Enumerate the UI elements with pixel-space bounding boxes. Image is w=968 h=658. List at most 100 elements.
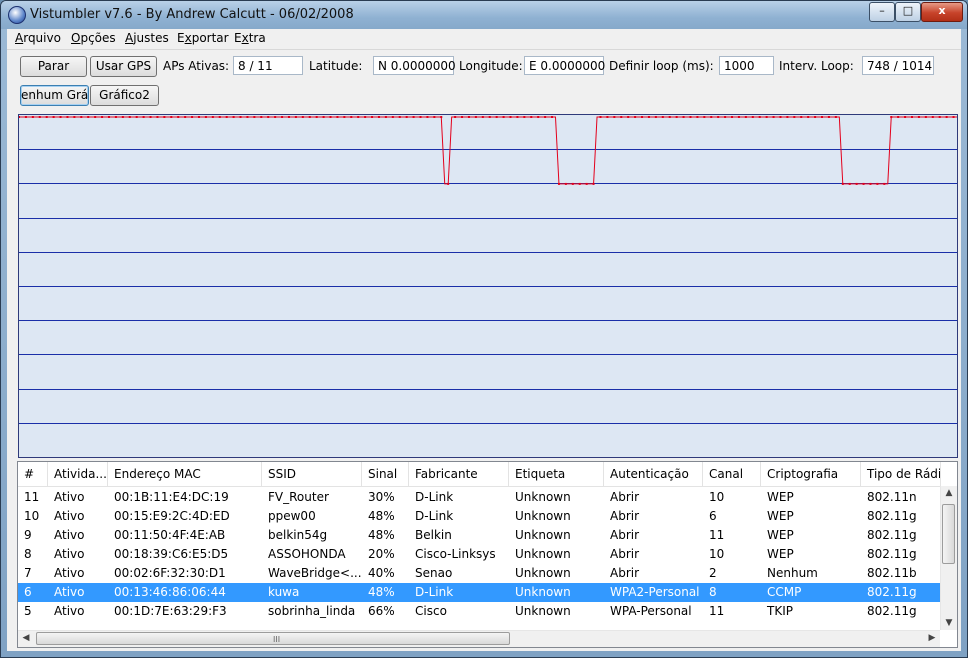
signal-point	[467, 116, 470, 118]
scroll-grip: III	[273, 635, 281, 644]
title-bar[interactable]: Vistumbler v7.6 - By Andrew Calcutt - 06…	[1, 1, 967, 29]
signal-point	[156, 116, 159, 118]
signal-point	[260, 116, 263, 118]
signal-point	[682, 116, 685, 118]
column-header[interactable]: #	[18, 462, 48, 486]
signal-point	[128, 116, 131, 118]
table-row[interactable]: 10 Ativo 00:15:E9:2C:4D:ED ppew00 48% D-Link U…	[18, 507, 940, 526]
signal-point	[322, 116, 325, 118]
table-row[interactable]: 7 Ativo 00:02:6F:32:30:D1 WaveBridge<... 40%…	[18, 564, 940, 583]
table-row[interactable]: 9 Ativo 00:11:50:4F:4E:AB belkin54g 48% Belki…	[18, 526, 940, 545]
signal-point	[641, 116, 644, 118]
table-cell: Unknown	[515, 566, 571, 580]
horizontal-scroll-thumb[interactable]: III	[36, 632, 510, 645]
table-row[interactable]: 11 Ativo 00:1B:11:E4:DC:19 FV_Router 30% D-Li…	[18, 488, 940, 507]
table-cell: 20%	[368, 547, 395, 561]
signal-point	[668, 116, 671, 118]
table-cell: WEP	[767, 547, 794, 561]
vertical-scrollbar[interactable]: ▲ ▼	[940, 486, 957, 630]
column-header[interactable]: Sinal	[362, 462, 409, 486]
longitude-label: Longitude:	[459, 59, 523, 73]
no-graph-button[interactable]: enhum Gráfic	[20, 85, 89, 106]
signal-point	[765, 116, 768, 118]
scroll-up-arrow-icon[interactable]: ▲	[941, 486, 957, 500]
longitude-field[interactable]: E 0.0000000	[524, 56, 605, 75]
latitude-field[interactable]: N 0.0000000	[373, 56, 456, 75]
active-aps-field[interactable]: 8 / 11	[233, 56, 303, 75]
table-cell: 2	[709, 566, 717, 580]
signal-point	[184, 116, 187, 118]
signal-point	[834, 116, 837, 118]
signal-point	[786, 116, 789, 118]
window-title: Vistumbler v7.6 - By Andrew Calcutt - 06…	[30, 7, 354, 22]
table-row[interactable]: 6 Ativo 00:13:46:86:06:44 kuwa 48% D-Link Unkn…	[18, 583, 940, 602]
table-cell: WEP	[767, 490, 794, 504]
table-cell: Abrir	[610, 490, 640, 504]
active-aps-label: APs Ativas:	[163, 59, 230, 73]
maximize-button[interactable]: □	[895, 2, 921, 22]
graph2-button[interactable]: Gráfico2	[90, 85, 159, 106]
stop-button[interactable]: Parar	[20, 56, 87, 77]
column-header[interactable]: Endereço MAC	[108, 462, 262, 486]
signal-point	[502, 116, 505, 118]
signal-point	[793, 116, 796, 118]
table-cell: D-Link	[415, 509, 454, 523]
loop-label: Definir loop (ms):	[609, 59, 714, 73]
scroll-right-arrow-icon[interactable]: ▶	[924, 631, 940, 645]
menu-arquivo[interactable]: Arquivo	[15, 31, 61, 45]
table-cell: 66%	[368, 604, 395, 618]
table-cell: ppew00	[268, 509, 316, 523]
column-header[interactable]: Etiqueta	[509, 462, 604, 486]
table-cell: Unknown	[515, 490, 571, 504]
menu-exportar[interactable]: Exportar	[177, 31, 229, 45]
column-header[interactable]: Fabricante	[409, 462, 509, 486]
scroll-down-arrow-icon[interactable]: ▼	[941, 616, 957, 630]
signal-point	[364, 116, 367, 118]
menu-opcoes[interactable]: Opções	[71, 31, 116, 45]
menu-ajustes[interactable]: Ajustes	[125, 31, 169, 45]
table-cell: 802.11g	[867, 547, 917, 561]
menu-extra[interactable]: Extra	[234, 31, 266, 45]
column-header[interactable]: SSID	[262, 462, 362, 486]
signal-point	[800, 116, 803, 118]
table-row[interactable]: 8 Ativo 00:18:39:C6:E5:D5 ASSOHONDA 20% Cisco…	[18, 545, 940, 564]
table-cell: ASSOHONDA	[268, 547, 346, 561]
table-row[interactable]: 5 Ativo 00:1D:7E:63:29:F3 sobrinha_linda 66%…	[18, 602, 940, 621]
signal-point	[620, 116, 623, 118]
signal-point	[94, 116, 97, 118]
table-cell: 48%	[368, 528, 395, 542]
signal-point	[855, 182, 858, 185]
signal-point	[495, 116, 498, 118]
column-header[interactable]: Ativida...	[48, 462, 108, 486]
loop-field[interactable]: 1000	[719, 56, 774, 75]
signal-point	[627, 116, 630, 118]
loop-interval-field[interactable]: 748 / 1014	[862, 56, 934, 75]
signal-point	[73, 116, 76, 118]
use-gps-button[interactable]: Usar GPS	[90, 56, 157, 77]
signal-point	[474, 116, 477, 118]
signal-point	[578, 182, 581, 185]
table-cell: Unknown	[515, 585, 571, 599]
vertical-scroll-thumb[interactable]	[942, 504, 955, 564]
signal-point	[114, 116, 117, 118]
horizontal-scrollbar[interactable]: ◀ III ▶	[18, 630, 940, 647]
column-header[interactable]: Autenticação	[604, 462, 703, 486]
table-cell: 7	[24, 566, 32, 580]
table-cell: 10	[709, 547, 725, 561]
signal-point	[661, 116, 664, 118]
table-cell: D-Link	[415, 585, 454, 599]
close-button[interactable]: x	[921, 2, 963, 22]
access-point-list[interactable]: # Ativida... Endereço MAC SSID Sinal Fabrican…	[17, 461, 958, 648]
signal-point	[101, 116, 104, 118]
column-header[interactable]: Criptografia	[761, 462, 861, 486]
column-header[interactable]: Tipo de Rádi	[861, 462, 941, 486]
table-cell: CCMP	[767, 585, 802, 599]
scroll-left-arrow-icon[interactable]: ◀	[18, 631, 34, 645]
table-cell: WEP	[767, 528, 794, 542]
signal-point	[779, 116, 782, 118]
table-cell: 48%	[368, 585, 395, 599]
loop-interval-label: Interv. Loop:	[779, 59, 854, 73]
signal-point	[883, 182, 886, 185]
column-header[interactable]: Canal	[703, 462, 761, 486]
minimize-button[interactable]: –	[869, 2, 895, 22]
